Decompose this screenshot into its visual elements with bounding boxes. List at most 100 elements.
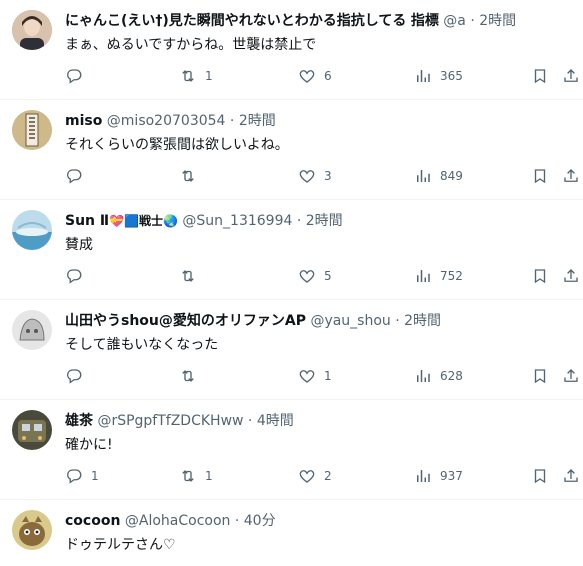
views-button[interactable]: 365 [414,66,463,86]
reply-tweet[interactable]: 山田やうshou@愛知のオリファンAP @yau_shou · 2時間 そして誰… [0,300,583,400]
handle[interactable]: @Sun_1316994 [182,213,292,229]
handle[interactable]: @yau_shou [310,313,390,329]
retweet-button[interactable] [179,166,205,186]
display-name-suffix[interactable]: 指標 [411,13,439,29]
display-name[interactable]: cocoon [65,513,120,529]
view-count: 365 [440,69,463,83]
bookmark-button[interactable] [531,466,549,486]
views-button[interactable]: 849 [414,166,463,186]
timestamp[interactable]: 2時間 [404,313,441,329]
reply-tweet[interactable]: cocoon @AlohaCocoon · 40分 ドゥテルテさん♡ [0,500,583,566]
tweet-header: miso @miso20703054 · 2時間 [65,111,573,131]
tweet-header: にゃんこ(えい†)見た瞬間やれないとわかる指抗してる 指標 @a · 2時間 [65,11,573,31]
like-button[interactable]: 6 [298,66,332,86]
reply-count: 1 [91,469,99,483]
reply-tweet[interactable]: 雄茶 @rSPgpfTfZDCKHww · 4時間 確かに! 1 1 2 937 [0,400,583,500]
views-button[interactable]: 937 [414,466,463,486]
reply-button[interactable] [65,366,91,386]
bookmark-button[interactable] [531,66,549,86]
share-icon [564,369,578,382]
handle[interactable]: @AlohaCocoon [125,513,231,529]
tweet-text: それくらいの緊張間は欲しいよね。 [65,137,289,153]
handle[interactable]: @a [443,13,466,29]
reply-tweet[interactable]: にゃんこ(えい†)見た瞬間やれないとわかる指抗してる 指標 @a · 2時間 ま… [0,0,583,100]
tweet-text: そして誰もいなくなった [65,337,219,353]
tweet-header: Sun Ⅱ💝🟦戦士🌏 @Sun_1316994 · 2時間 [65,211,573,231]
reply-button[interactable] [65,166,91,186]
separator: · [230,513,244,529]
reply-icon [67,69,82,84]
handle[interactable]: @miso20703054 [107,113,226,129]
reply-button[interactable] [65,66,91,86]
views-icon [417,370,430,382]
separator: · [465,13,480,29]
display-name[interactable]: miso [65,113,102,129]
timestamp[interactable]: 40分 [244,513,276,529]
retweet-icon [182,370,194,382]
badge-emojis: 💝🟦戦士🌏 [109,214,178,228]
separator: · [225,113,239,129]
share-button[interactable] [562,266,580,286]
display-name[interactable]: 山田やうshou@愛知のオリファンAP [65,313,306,329]
display-name[interactable]: にゃんこ(えい†)見た瞬間やれないとわかる指抗してる [65,13,406,29]
retweet-button[interactable]: 1 [179,466,213,486]
view-count: 752 [440,269,463,283]
share-button[interactable] [562,466,580,486]
display-name[interactable]: Sun Ⅱ [65,213,109,229]
timestamp[interactable]: 2時間 [239,113,276,129]
share-button[interactable] [562,166,580,186]
bookmark-icon [534,369,546,384]
tweet-actions: 1 628 [65,366,583,386]
bookmark-button[interactable] [531,166,549,186]
like-count: 2 [324,469,332,483]
bookmark-button[interactable] [531,366,549,386]
timestamp[interactable]: 2時間 [479,13,516,29]
reply-button[interactable]: 1 [65,466,99,486]
retweet-icon [182,270,194,282]
views-icon [417,170,430,182]
views-button[interactable]: 752 [414,266,463,286]
share-button[interactable] [562,66,580,86]
retweet-count: 1 [205,469,213,483]
bookmark-button[interactable] [531,266,549,286]
views-icon [417,70,430,82]
avatar[interactable] [12,210,52,250]
retweet-button[interactable]: 1 [179,66,213,86]
share-icon [564,469,578,482]
avatar[interactable] [12,410,52,450]
avatar[interactable] [12,510,52,550]
tweet-header: cocoon @AlohaCocoon · 40分 [65,511,573,531]
share-icon [564,169,578,182]
reply-button[interactable] [65,266,91,286]
like-button[interactable]: 1 [298,366,332,386]
reply-tweet[interactable]: Sun Ⅱ💝🟦戦士🌏 @Sun_1316994 · 2時間 賛成 5 752 [0,200,583,300]
like-button[interactable]: 2 [298,466,332,486]
timestamp[interactable]: 2時間 [306,213,343,229]
tweet-text: ドゥテルテさん♡ [65,537,176,553]
reply-tweet[interactable]: miso @miso20703054 · 2時間 それくらいの緊張間は欲しいよね… [0,100,583,200]
share-button[interactable] [562,366,580,386]
bookmark-icon [534,69,546,84]
view-count: 628 [440,369,463,383]
like-button[interactable]: 5 [298,266,332,286]
tweet-actions: 3 849 [65,166,583,186]
retweet-button[interactable] [179,266,205,286]
retweet-button[interactable] [179,366,205,386]
like-count: 5 [324,269,332,283]
like-count: 6 [324,69,332,83]
like-button[interactable]: 3 [298,166,332,186]
handle[interactable]: @rSPgpfTfZDCKHww [97,413,243,429]
separator: · [292,213,306,229]
timestamp[interactable]: 4時間 [257,413,294,429]
tweet-header: 山田やうshou@愛知のオリファンAP @yau_shou · 2時間 [65,311,573,331]
avatar[interactable] [12,110,52,150]
retweet-icon [182,170,194,182]
tweet-header: 雄茶 @rSPgpfTfZDCKHww · 4時間 [65,411,573,431]
display-name[interactable]: 雄茶 [65,413,93,429]
reply-feed: にゃんこ(えい†)見た瞬間やれないとわかる指抗してる 指標 @a · 2時間 ま… [0,0,583,566]
avatar[interactable] [12,10,52,50]
views-icon [417,270,430,282]
like-icon [299,370,315,383]
avatar[interactable] [12,310,52,350]
views-button[interactable]: 628 [414,366,463,386]
